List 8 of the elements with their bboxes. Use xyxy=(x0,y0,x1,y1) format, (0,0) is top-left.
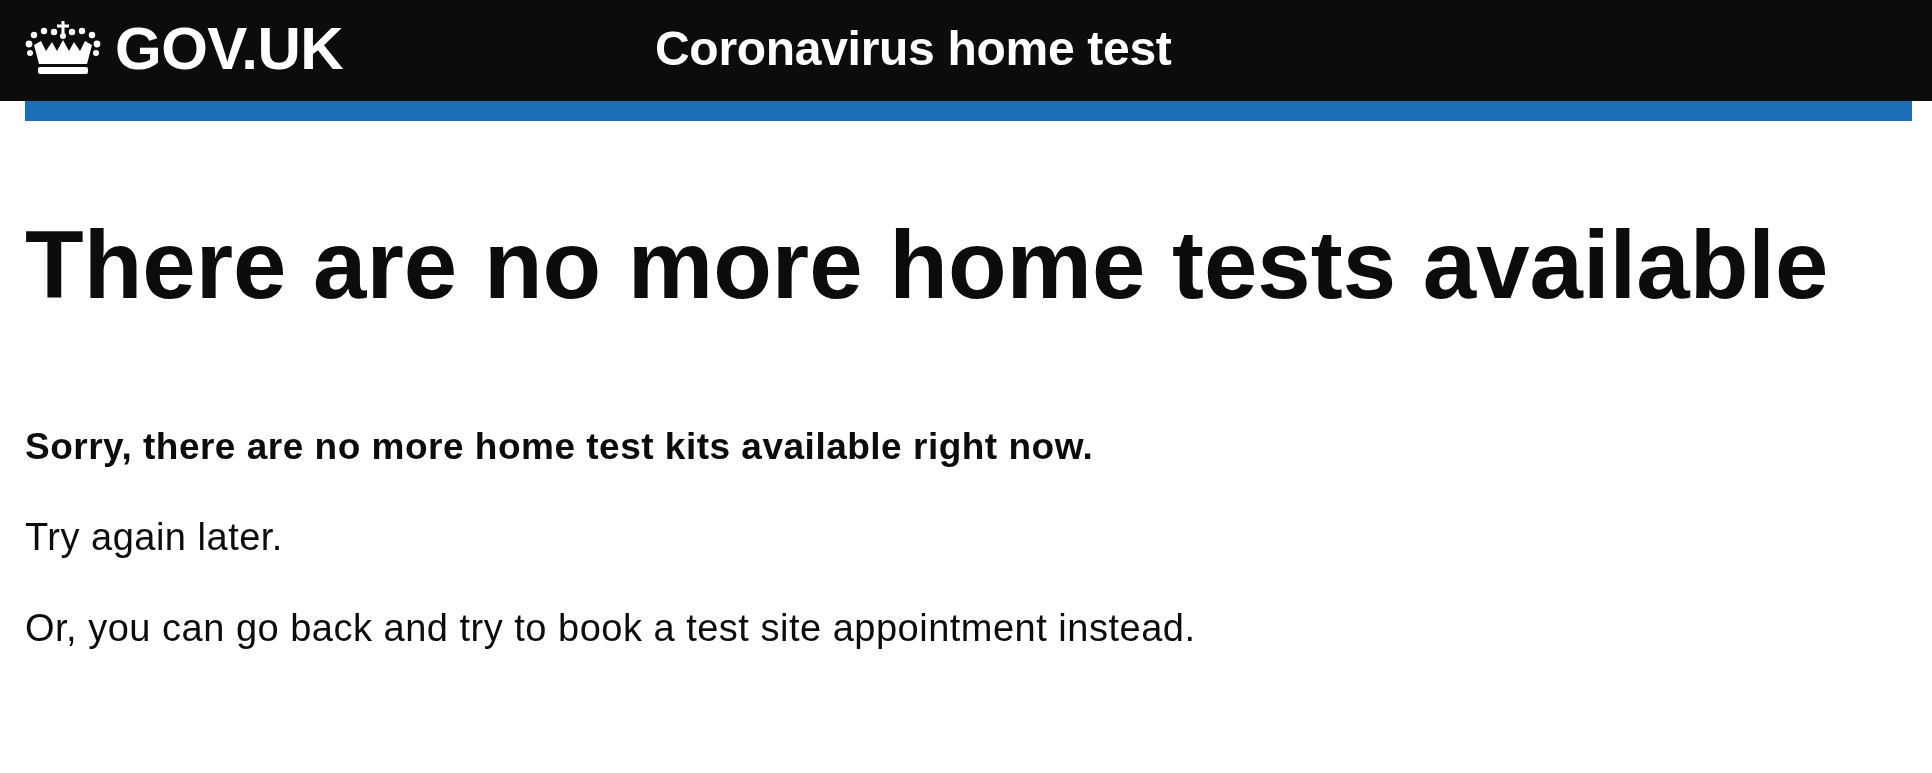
body-paragraph: Try again later. xyxy=(25,514,283,560)
home-logo-link[interactable]: GOV.UK xyxy=(25,18,344,83)
body-paragraph: Or, you can go back and try to book a test site appointment instead. xyxy=(25,606,1196,652)
page-heading: There are no more home tests available xyxy=(25,212,1829,318)
lead-paragraph: Sorry, there are no more home test kits available right now. xyxy=(25,424,1094,469)
crown-icon xyxy=(25,20,101,77)
service-name-link[interactable]: Coronavirus home test xyxy=(655,24,1172,77)
logo-text: GOV.UK xyxy=(115,18,344,79)
